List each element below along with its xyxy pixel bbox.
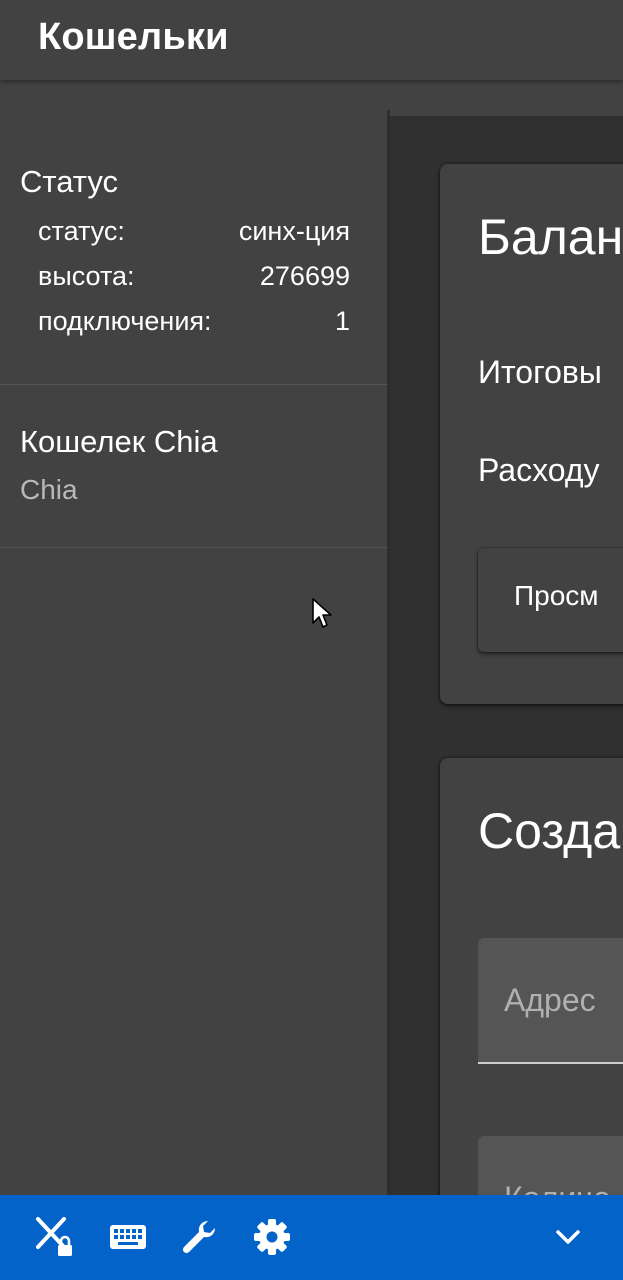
total-balance-label: Итоговы bbox=[478, 354, 602, 390]
wallet-name: Кошелек Chia bbox=[20, 424, 218, 459]
view-pending-panel[interactable]: Просм bbox=[478, 548, 623, 652]
close-lock-icon[interactable] bbox=[34, 1215, 78, 1259]
amount-field[interactable] bbox=[478, 1136, 623, 1195]
chevron-down-icon[interactable] bbox=[546, 1215, 590, 1259]
create-transaction-card: Созда bbox=[440, 758, 623, 1195]
height-label: высота: bbox=[38, 261, 135, 291]
height-value: 276699 bbox=[259, 261, 350, 291]
create-card-title: Созда bbox=[478, 803, 621, 859]
wrench-icon[interactable] bbox=[178, 1215, 222, 1259]
page-title: Кошельки bbox=[38, 16, 229, 58]
amount-input[interactable] bbox=[478, 1136, 623, 1195]
keyboard-icon[interactable] bbox=[106, 1215, 150, 1259]
connections-label: подключения: bbox=[38, 306, 212, 336]
status-label: статус: bbox=[38, 216, 125, 246]
mouse-pointer-icon bbox=[312, 598, 332, 628]
balance-card-title: Балан bbox=[478, 209, 623, 265]
status-row-connections: подключения: 1 bbox=[38, 306, 350, 346]
sidebar: Статус статус: синх-ция высота: 276699 п… bbox=[0, 110, 390, 1195]
gear-icon[interactable] bbox=[250, 1215, 294, 1259]
main-content: Балан Итоговы Расходу Просм Созда bbox=[390, 116, 623, 1195]
balance-card: Балан Итоговы Расходу Просм bbox=[440, 164, 623, 704]
status-value: синх-ция bbox=[238, 216, 350, 246]
spendable-balance-label: Расходу bbox=[478, 452, 600, 488]
status-heading: Статус bbox=[20, 164, 118, 199]
connections-value: 1 bbox=[334, 306, 350, 336]
bottom-taskbar bbox=[0, 1195, 623, 1280]
status-row-state: статус: синх-ция bbox=[38, 216, 350, 256]
wallet-list-item[interactable]: Кошелек Chia Chia bbox=[0, 384, 387, 548]
view-pending-label: Просм bbox=[514, 580, 599, 611]
address-field[interactable] bbox=[478, 938, 623, 1064]
app-bar: Кошельки bbox=[0, 0, 623, 80]
app-window: Кошельки Статус статус: синх-ция высота:… bbox=[0, 0, 623, 1280]
address-input[interactable] bbox=[478, 938, 623, 1062]
status-row-height: высота: 276699 bbox=[38, 261, 350, 301]
wallet-type: Chia bbox=[20, 474, 78, 505]
status-section: Статус статус: синх-ция высота: 276699 п… bbox=[0, 116, 387, 385]
